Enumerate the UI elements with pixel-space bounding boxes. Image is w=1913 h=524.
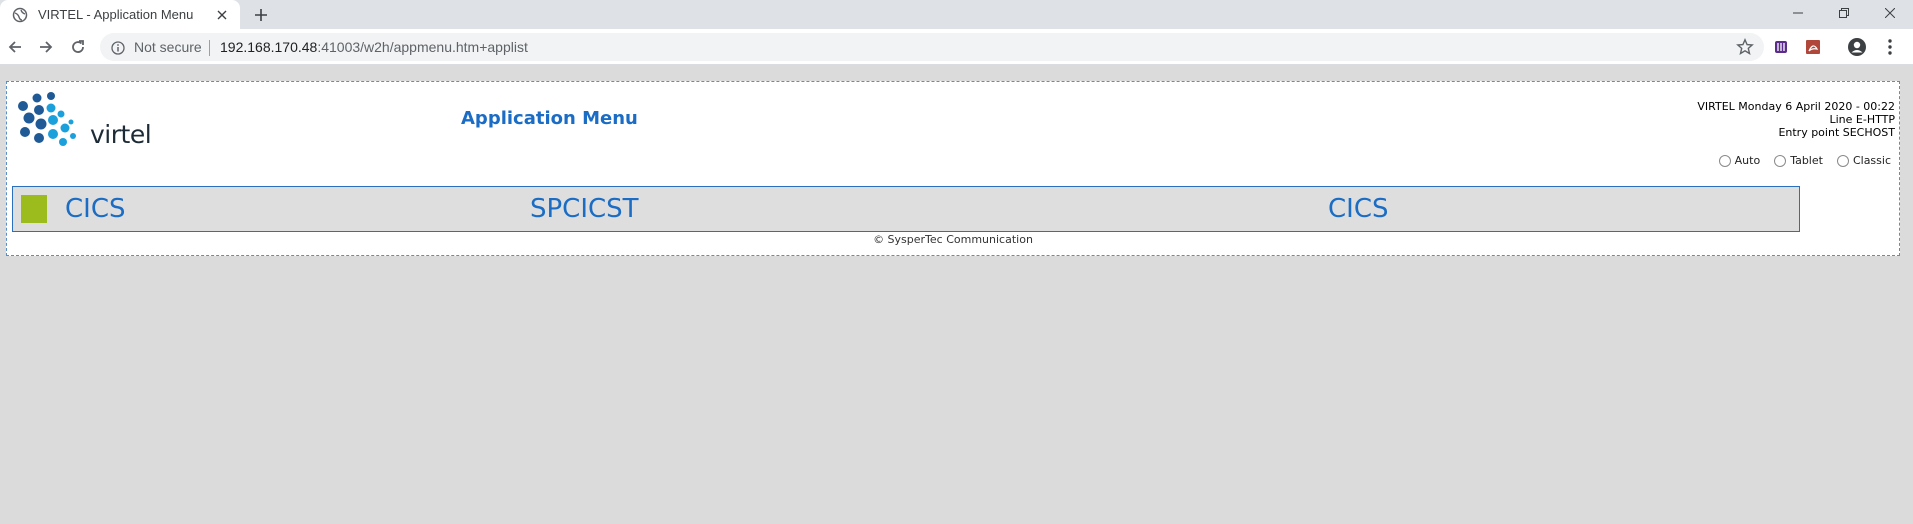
application-row[interactable]: CICS SPCICST CICS	[12, 186, 1800, 232]
browser-tab[interactable]: VIRTEL - Application Menu	[0, 0, 240, 29]
logo-text: virtel	[90, 120, 152, 149]
session-info: VIRTEL Monday 6 April 2020 - 00:22 Line …	[1697, 100, 1895, 139]
app-name-link[interactable]: CICS	[65, 194, 125, 224]
security-label[interactable]: Not secure	[134, 39, 202, 55]
app-description[interactable]: CICS	[1328, 194, 1388, 224]
extension-icon[interactable]	[1771, 37, 1791, 57]
page-title: Application Menu	[461, 108, 638, 129]
browser-toolbar: Not secure 192.168.170.48:41003/w2h/appm…	[0, 29, 1913, 65]
page-container: virtel Application Menu VIRTEL Monday 6 …	[6, 81, 1900, 256]
mode-classic-radio[interactable]	[1836, 154, 1849, 167]
more-menu-icon[interactable]	[1880, 37, 1900, 57]
app-transaction[interactable]: SPCICST	[530, 194, 639, 224]
bookmark-star-icon[interactable]	[1736, 38, 1754, 56]
omnibox-divider	[209, 40, 210, 56]
mode-auto-radio[interactable]	[1718, 154, 1731, 167]
close-tab-icon[interactable]	[212, 5, 232, 25]
mode-classic-label[interactable]: Classic	[1853, 154, 1891, 167]
info-icon[interactable]	[111, 40, 125, 55]
window-controls	[1775, 0, 1913, 29]
display-mode-selector: Auto Tablet Classic	[1718, 154, 1891, 167]
reload-icon[interactable]	[67, 36, 89, 58]
session-date: VIRTEL Monday 6 April 2020 - 00:22	[1697, 100, 1895, 113]
profile-icon[interactable]	[1847, 37, 1867, 57]
session-entry-point: Entry point SECHOST	[1778, 126, 1895, 139]
mode-tablet-label[interactable]: Tablet	[1790, 154, 1823, 167]
restore-icon[interactable]	[1821, 0, 1867, 25]
close-window-icon[interactable]	[1867, 0, 1913, 25]
minimize-icon[interactable]	[1775, 0, 1821, 25]
pdf-extension-icon[interactable]	[1803, 37, 1823, 57]
tab-strip: VIRTEL - Application Menu	[0, 0, 1913, 29]
new-tab-icon[interactable]	[250, 4, 272, 26]
tab-title: VIRTEL - Application Menu	[38, 7, 194, 22]
mode-auto-label[interactable]: Auto	[1735, 154, 1761, 167]
url-path: :41003/w2h/appmenu.htm+applist	[317, 39, 528, 55]
back-arrow-icon[interactable]	[4, 36, 26, 58]
url-text[interactable]: 192.168.170.48:41003/w2h/appmenu.htm+app…	[220, 39, 528, 55]
globe-icon	[12, 7, 28, 23]
mode-tablet-radio[interactable]	[1774, 154, 1787, 167]
virtel-logo: virtel	[15, 90, 152, 152]
app-status-square	[21, 195, 47, 223]
address-bar[interactable]: Not secure 192.168.170.48:41003/w2h/appm…	[100, 33, 1764, 61]
forward-arrow-icon[interactable]	[35, 36, 57, 58]
url-host: 192.168.170.48	[220, 39, 318, 55]
page-footer: © SysperTec Communication	[873, 233, 1033, 246]
session-line: Line E-HTTP	[1829, 113, 1896, 126]
